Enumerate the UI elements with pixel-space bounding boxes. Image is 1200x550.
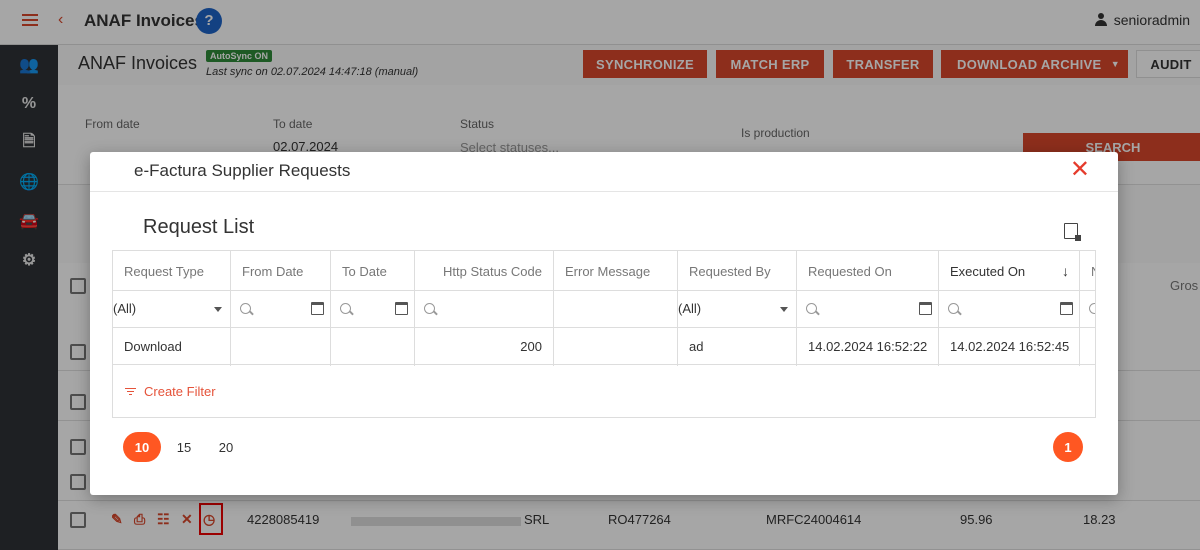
- header-partial[interactable]: N: [1080, 251, 1095, 291]
- request-grid: Request Type (All) Download From Date To…: [112, 250, 1096, 418]
- column-requested-on: Requested On 14.02.2024 16:52:22: [797, 251, 939, 366]
- search-icon: [240, 303, 251, 314]
- cell-request-type: Download: [113, 328, 230, 365]
- cell-error-message: [554, 328, 677, 365]
- cell-to-date: [331, 328, 414, 365]
- http-status-filter[interactable]: [415, 291, 553, 328]
- search-icon: [948, 303, 959, 314]
- page-size-15[interactable]: 15: [165, 432, 203, 462]
- partial-filter[interactable]: [1080, 291, 1095, 328]
- search-icon: [1089, 303, 1095, 314]
- error-message-filter[interactable]: [554, 291, 677, 328]
- column-requested-by: Requested By (All) ad: [678, 251, 797, 366]
- requested-by-filter-value: (All): [678, 301, 702, 316]
- calendar-icon[interactable]: [919, 302, 932, 315]
- cell-requested-by: ad: [678, 328, 796, 365]
- search-icon: [340, 303, 351, 314]
- column-request-type: Request Type (All) Download: [113, 251, 231, 366]
- dialog-header: e-Factura Supplier Requests ✕: [90, 152, 1118, 192]
- chevron-down-icon[interactable]: [780, 307, 788, 312]
- search-icon: [806, 303, 817, 314]
- header-requested-on[interactable]: Requested On: [797, 251, 938, 291]
- header-http-status[interactable]: Http Status Code: [415, 251, 553, 291]
- cell-executed-on: 14.02.2024 16:52:45: [939, 328, 1079, 365]
- create-filter-button[interactable]: Create Filter: [125, 384, 216, 399]
- executed-on-filter[interactable]: [939, 291, 1079, 328]
- column-http-status: Http Status Code 200: [415, 251, 554, 366]
- create-filter-label: Create Filter: [144, 384, 216, 399]
- page-size-10[interactable]: 10: [123, 432, 161, 462]
- column-to-date: To Date: [331, 251, 415, 366]
- request-type-filter[interactable]: (All): [113, 291, 230, 328]
- requested-by-filter[interactable]: (All): [678, 291, 796, 328]
- header-from-date[interactable]: From Date: [231, 251, 330, 291]
- filter-icon: [125, 387, 136, 396]
- cell-requested-on: 14.02.2024 16:52:22: [797, 328, 938, 365]
- calendar-icon[interactable]: [395, 302, 408, 315]
- page-size-20[interactable]: 20: [207, 432, 245, 462]
- header-requested-by[interactable]: Requested By: [678, 251, 796, 291]
- column-partial: N: [1080, 251, 1095, 366]
- request-list-title: Request List: [143, 216, 255, 238]
- dialog-title: e-Factura Supplier Requests: [134, 161, 351, 180]
- column-from-date: From Date: [231, 251, 331, 366]
- calendar-icon[interactable]: [311, 302, 324, 315]
- header-executed-on[interactable]: Executed On ↓: [939, 251, 1079, 291]
- to-date-filter[interactable]: [331, 291, 414, 328]
- header-to-date[interactable]: To Date: [331, 251, 414, 291]
- header-error-message[interactable]: Error Message: [554, 251, 677, 291]
- search-icon: [424, 303, 435, 314]
- column-error-message: Error Message: [554, 251, 678, 366]
- request-type-filter-value: (All): [113, 301, 137, 316]
- supplier-requests-dialog: e-Factura Supplier Requests ✕ Request Li…: [90, 152, 1118, 495]
- page-number-1[interactable]: 1: [1053, 432, 1083, 462]
- cell-from-date: [231, 328, 330, 365]
- from-date-filter[interactable]: [231, 291, 330, 328]
- column-executed-on: Executed On ↓ 14.02.2024 16:52:45: [939, 251, 1080, 366]
- export-icon[interactable]: [1064, 223, 1081, 241]
- header-executed-on-label: Executed On: [950, 264, 1026, 279]
- close-icon[interactable]: ✕: [1070, 158, 1090, 182]
- cell-partial: [1080, 328, 1095, 365]
- chevron-down-icon[interactable]: [214, 307, 222, 312]
- cell-http-status: 200: [415, 328, 553, 365]
- requested-on-filter[interactable]: [797, 291, 938, 328]
- sort-descending-icon[interactable]: ↓: [1062, 263, 1069, 279]
- calendar-icon[interactable]: [1060, 302, 1073, 315]
- header-request-type[interactable]: Request Type: [113, 251, 230, 291]
